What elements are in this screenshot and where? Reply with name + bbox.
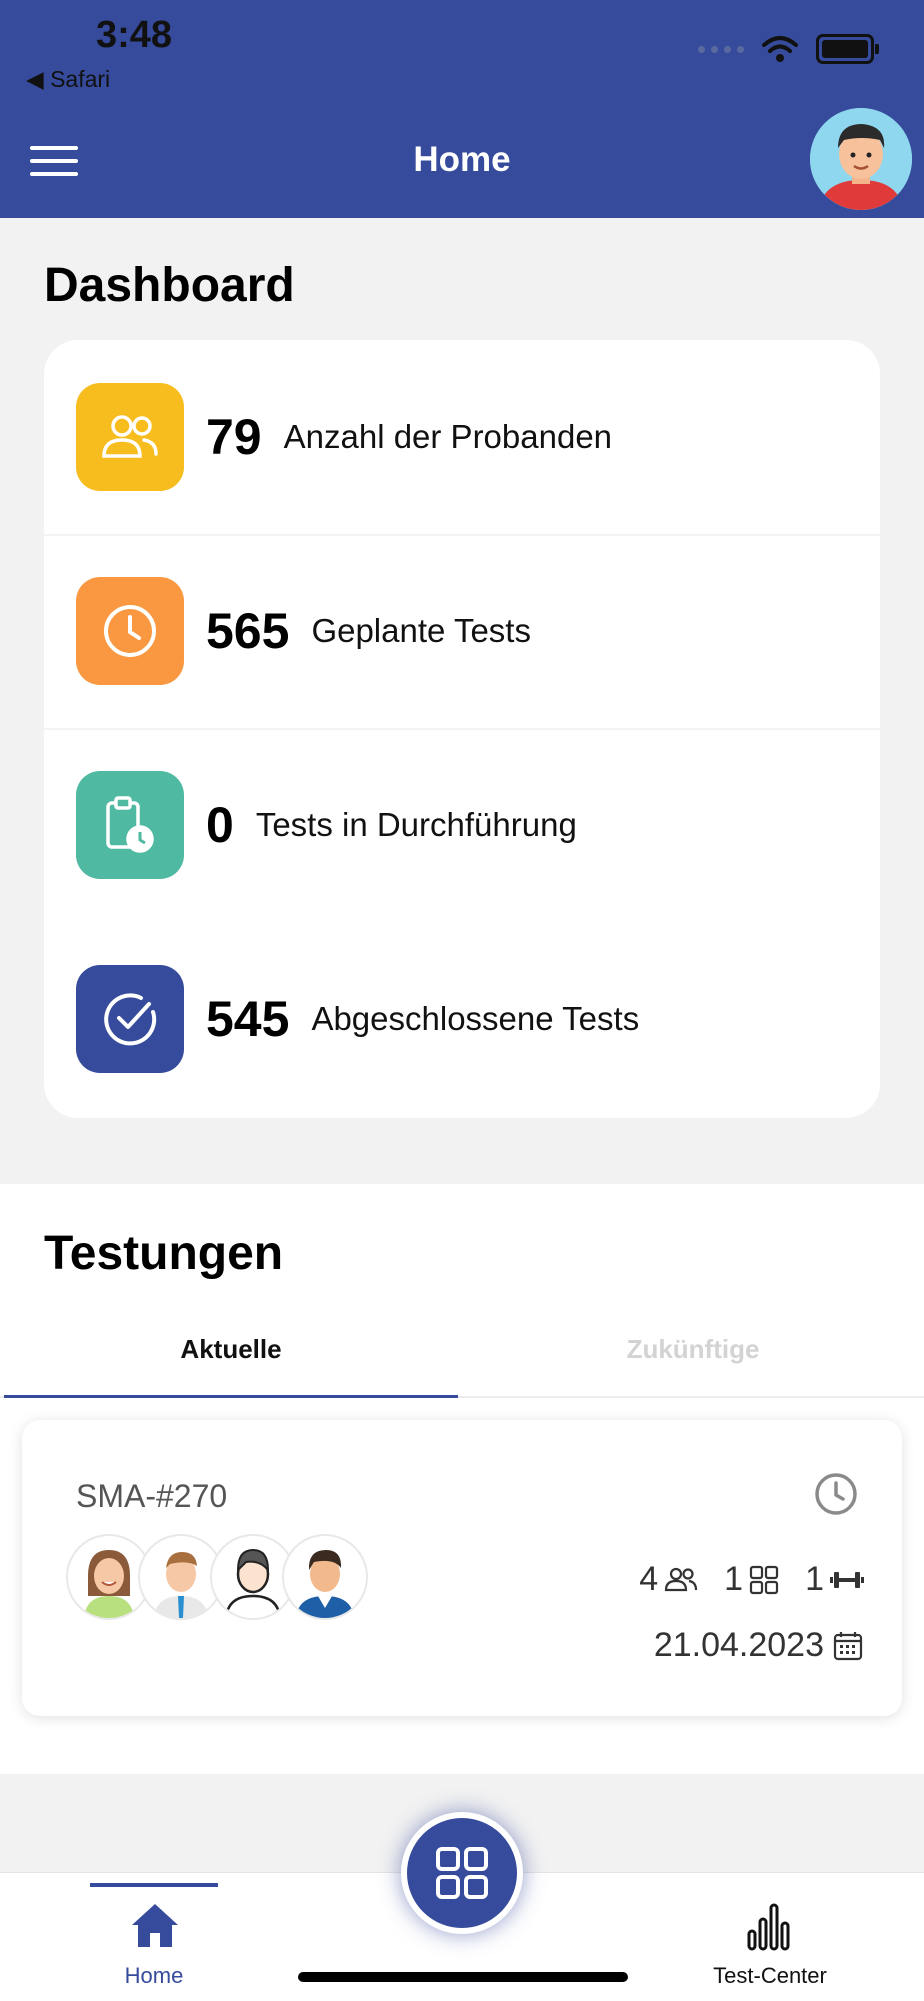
apps-fab-button[interactable]	[401, 1812, 523, 1934]
participant-avatars	[66, 1534, 368, 1620]
stations-stat: 1	[724, 1560, 779, 1599]
probanden-tile	[76, 383, 184, 491]
test-id: SMA-#270	[76, 1478, 228, 1514]
dashboard-card: 79 Anzahl der Probanden 565 Geplante Tes…	[44, 340, 880, 1118]
geplante-tests-tile	[76, 577, 184, 685]
abgeschlossene-tests-label: Abgeschlossene Tests	[311, 1000, 640, 1037]
test-date: 21.04.2023	[653, 1626, 824, 1664]
dumbbell-icon	[830, 1571, 864, 1588]
signal-icon	[698, 45, 744, 53]
stations-count: 1	[724, 1560, 744, 1598]
stat-row-tests-in-durchfuehrung[interactable]: 0 Tests in Durchführung	[44, 728, 880, 922]
active-nav-indicator	[90, 1883, 218, 1887]
stat-row-geplante-tests[interactable]: 565 Geplante Tests	[44, 534, 880, 730]
wifi-icon	[762, 36, 798, 62]
page-title: Home	[413, 140, 511, 179]
test-date-row: 21.04.2023	[654, 1626, 864, 1665]
tests-in-durchfuehrung-tile	[76, 771, 184, 879]
nav-home[interactable]: Home	[90, 1873, 218, 2001]
dashboard-title: Dashboard	[44, 259, 295, 312]
status-time: 3:48	[96, 14, 173, 56]
clipboard-clock-icon	[106, 796, 154, 853]
avatar-illustration-icon	[810, 108, 912, 210]
test-card[interactable]: SMA-#270 4 1 1 21.04.2023	[22, 1420, 902, 1716]
users-icon	[665, 1567, 698, 1591]
tab-aktuelle[interactable]: Aktuelle	[0, 1316, 462, 1396]
nav-test-center[interactable]: Test-Center	[700, 1873, 840, 2001]
active-tab-indicator	[4, 1395, 458, 1398]
clock-icon	[104, 605, 156, 657]
tests-in-durchfuehrung-label: Tests in Durchführung	[255, 806, 577, 843]
participants-count: 4	[639, 1560, 659, 1598]
grid-icon	[436, 1847, 488, 1899]
top-app-bar: 3:48 ◀ Safari Home	[0, 0, 924, 218]
home-indicator	[298, 1972, 628, 1982]
battery-icon	[816, 34, 879, 64]
probanden-count: 79	[206, 409, 262, 465]
clock-icon	[814, 1472, 858, 1521]
test-stats: 4 1 1	[613, 1560, 864, 1599]
calendar-icon	[833, 1631, 863, 1660]
users-icon	[102, 415, 158, 458]
home-icon	[132, 1904, 178, 1947]
bar-chart-icon	[747, 1903, 790, 1951]
geplante-tests-count: 565	[206, 603, 290, 659]
participants-stat: 4	[639, 1560, 698, 1599]
abgeschlossene-tests-count: 545	[206, 991, 290, 1047]
user-avatar[interactable]	[810, 108, 912, 210]
tests-in-durchfuehrung-count: 0	[206, 797, 234, 853]
probanden-label: Anzahl der Probanden	[283, 418, 613, 455]
nav-home-label: Home	[124, 1963, 184, 1988]
man-suit-avatar-icon	[296, 1550, 354, 1618]
back-to-safari-link[interactable]: ◀ Safari	[26, 66, 110, 93]
testungen-title: Testungen	[44, 1227, 284, 1280]
check-circle-icon	[104, 993, 157, 1046]
geplante-tests-label: Geplante Tests	[311, 612, 531, 649]
stat-row-probanden[interactable]: 79 Anzahl der Probanden	[44, 340, 880, 536]
participant-avatar	[282, 1534, 368, 1620]
stat-row-abgeschlossene-tests[interactable]: 545 Abgeschlossene Tests	[44, 922, 880, 1116]
abgeschlossene-tests-tile	[76, 965, 184, 1073]
grid-icon	[749, 1565, 779, 1594]
tab-zukuenftige[interactable]: Zukünftige	[462, 1316, 924, 1396]
testungen-tabs: Aktuelle Zukünftige	[0, 1316, 924, 1398]
equipment-count: 1	[805, 1560, 824, 1598]
status-indicators	[698, 34, 879, 64]
nav-test-center-label: Test-Center	[713, 1963, 827, 1988]
equipment-stat: 1	[805, 1560, 864, 1599]
